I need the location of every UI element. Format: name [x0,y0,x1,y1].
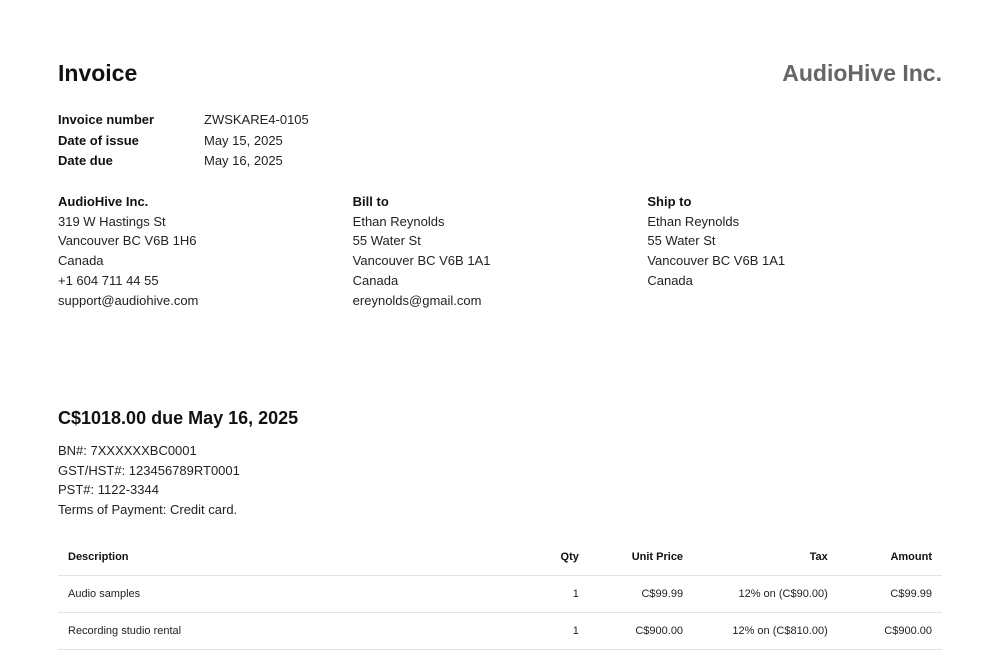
address-line: 55 Water St [352,233,421,249]
meta-label: Date due [58,153,113,168]
cell-tax: 12% on (C$810.00) [693,612,838,650]
table-header-row: Description Qty Unit Price Tax Amount [58,539,942,576]
invoice-meta: Invoice number ZWSKARE4-0105 Date of iss… [58,110,309,172]
cell-qty: 1 [527,575,589,613]
pst-number: PST#: 1122-3344 [58,482,159,498]
header-description: Description [58,539,528,576]
header-unit-price: Unit Price [588,539,694,576]
meta-value: May 15, 2025 [204,132,283,148]
email-line: support@audiohive.com [58,292,199,308]
from-address: AudioHive Inc. 319 W Hastings St Vancouv… [58,192,353,310]
invoice-notes: BN#: 7XXXXXXBC0001 GST/HST#: 123456789RT… [58,441,240,520]
table-row: Audio samples 1 C$99.99 12% on (C$90.00)… [58,575,942,613]
meta-label: Date of issue [58,132,139,148]
meta-value: May 16, 2025 [204,153,283,168]
bill-to-heading: Bill to [352,194,389,209]
email-line: ereynolds@gmail.com [352,292,482,308]
cell-unit-price: C$900.00 [588,612,694,650]
meta-row-date-due: Date due May 16, 2025 [58,151,309,172]
invoice-page: Invoice AudioHive Inc. Invoice number ZW… [58,0,942,670]
ship-to-heading: Ship to [647,194,692,209]
company-logo: AudioHive Inc. [782,60,942,86]
payment-terms: Terms of Payment: Credit card. [58,502,238,518]
gst-hst-number: GST/HST#: 123456789RT0001 [58,462,240,478]
line-items-table: Description Qty Unit Price Tax Amount Au… [58,539,942,650]
meta-row-date-of-issue: Date of issue May 15, 2025 [58,131,309,152]
table-row: Recording studio rental 1 C$900.00 12% o… [58,612,942,650]
address-line: Canada [352,272,399,288]
from-heading: AudioHive Inc. [58,194,149,209]
meta-label: Invoice number [58,112,155,127]
address-line: Vancouver BC V6B 1A1 [352,253,491,269]
cell-qty: 1 [527,612,589,650]
address-line: Vancouver BC V6B 1A1 [647,253,786,269]
address-line: 55 Water St [647,233,716,249]
meta-value: ZWSKARE4-0105 [204,112,309,127]
cell-description: Audio samples [58,575,528,613]
bill-to-address: Bill to Ethan Reynolds 55 Water St Vanco… [353,192,648,310]
address-line: Vancouver BC V6B 1H6 [58,233,197,249]
address-block: AudioHive Inc. 319 W Hastings St Vancouv… [58,192,942,310]
meta-row-invoice-number: Invoice number ZWSKARE4-0105 [58,110,309,131]
ship-to-address: Ship to Ethan Reynolds 55 Water St Vanco… [647,192,942,310]
cell-description: Recording studio rental [58,612,528,650]
header-amount: Amount [837,539,942,576]
cell-amount: C$99.99 [837,575,942,613]
amount-due-heading: C$1018.00 due May 16, 2025 [58,408,299,428]
address-line: Ethan Reynolds [352,213,445,229]
bn-number: BN#: 7XXXXXXBC0001 [58,443,197,458]
invoice-title: Invoice [58,60,138,86]
address-line: 319 W Hastings St [58,213,166,229]
phone-line: +1 604 711 44 55 [58,272,159,288]
header-tax: Tax [693,539,838,576]
cell-unit-price: C$99.99 [588,575,694,613]
header-qty: Qty [527,539,589,576]
address-line: Ethan Reynolds [647,213,740,229]
address-line: Canada [647,272,693,288]
cell-tax: 12% on (C$90.00) [693,575,838,613]
cell-amount: C$900.00 [837,612,942,650]
address-line: Canada [58,253,104,269]
